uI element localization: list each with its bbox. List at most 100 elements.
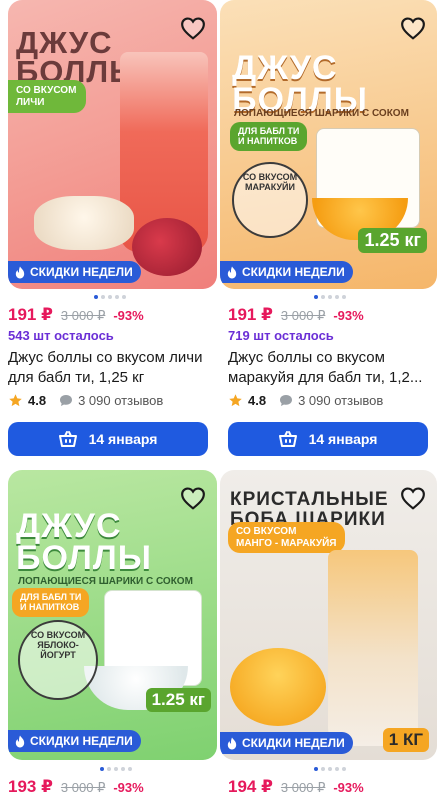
carousel-dot[interactable] bbox=[335, 295, 339, 299]
old-price: 3 000 ₽ bbox=[280, 308, 326, 323]
weekly-deals-badge: СКИДКИ НЕДЕЛИ bbox=[8, 261, 141, 283]
carousel-dot[interactable] bbox=[321, 767, 325, 771]
flame-icon bbox=[227, 265, 237, 279]
discount: -93% bbox=[113, 308, 144, 323]
weekly-deals-label: СКИДКИ НЕДЕЛИ bbox=[242, 736, 345, 750]
flavour-tag: СО ВКУСОМ ЛИЧИ bbox=[8, 80, 87, 113]
carousel-dot[interactable] bbox=[335, 767, 339, 771]
favorite-button[interactable] bbox=[179, 484, 207, 512]
flavour-tag: СО ВКУСОМ МАНГО - МАРАКУЙЯ bbox=[228, 522, 345, 553]
carousel-dot[interactable] bbox=[328, 767, 332, 771]
product-grid: ДЖУС БОЛЛЫ СО ВКУСОМ ЛИЧИ 1.25 КГ СКИДКИ… bbox=[0, 0, 437, 800]
carousel-dot[interactable] bbox=[128, 767, 132, 771]
weekly-deals-badge: СКИДКИ НЕДЕЛИ bbox=[220, 732, 353, 754]
product-photo[interactable]: ДЖУС БОЛЛЫ ЛОПАЮЩИЕСЯ ШАРИКИ С СОКОМ ДЛЯ… bbox=[220, 0, 437, 289]
flame-icon bbox=[15, 265, 25, 279]
heart-outline-icon bbox=[181, 487, 205, 510]
carousel-dot[interactable] bbox=[107, 767, 111, 771]
stock-left: 543 шт осталось bbox=[8, 328, 114, 343]
photo-title: ДЖУС БОЛЛЫ bbox=[232, 49, 369, 120]
rating-row[interactable]: 4.8 3 090 отзывов bbox=[8, 393, 208, 408]
usage-tag: ДЛЯ БАБЛ ТИ И НАПИТКОВ bbox=[12, 588, 90, 617]
volume-label: 1 КГ bbox=[382, 728, 429, 752]
carousel-dot[interactable] bbox=[342, 295, 346, 299]
image-carousel-dots[interactable] bbox=[94, 295, 208, 299]
photo-subtitle: ЛОПАЮЩИЕСЯ ШАРИКИ С СОКОМ bbox=[234, 108, 409, 119]
comment-icon bbox=[60, 395, 73, 406]
flavour-ring-text: СО ВКУСОМ ЯБЛОКО-ЙОГУРТ bbox=[30, 630, 86, 660]
price: 191 ₽ bbox=[228, 305, 273, 324]
flame-icon bbox=[15, 734, 25, 748]
flavour-ring: СО ВКУСОМ ЯБЛОКО-ЙОГУРТ bbox=[18, 620, 98, 700]
price: 194 ₽ bbox=[228, 777, 273, 796]
product-card[interactable]: КРИСТАЛЬНЫЕ БОБА ШАРИКИ СО ВКУСОМ МАНГО … bbox=[220, 470, 437, 797]
balls-bowl-image bbox=[34, 196, 134, 250]
image-carousel-dots[interactable] bbox=[314, 767, 428, 771]
basket-icon bbox=[58, 431, 77, 447]
carousel-dot[interactable] bbox=[122, 295, 126, 299]
product-photo[interactable]: КРИСТАЛЬНЫЕ БОБА ШАРИКИ СО ВКУСОМ МАНГО … bbox=[220, 470, 437, 760]
product-card[interactable]: ДЖУС БОЛЛЫ ЛОПАЮЩИЕСЯ ШАРИКИ С СОКОМ ДЛЯ… bbox=[0, 470, 217, 797]
weekly-deals-badge: СКИДКИ НЕДЕЛИ bbox=[8, 730, 141, 752]
favorite-button[interactable] bbox=[399, 484, 427, 512]
carousel-dot[interactable] bbox=[314, 767, 318, 771]
favorite-button[interactable] bbox=[399, 14, 427, 42]
image-carousel-dots[interactable] bbox=[100, 767, 208, 771]
add-to-cart-button[interactable]: 14 января bbox=[8, 422, 208, 456]
lychee-fruit-image bbox=[132, 218, 202, 276]
discount: -93% bbox=[333, 780, 364, 795]
drink-cup-image bbox=[328, 550, 418, 746]
product-title[interactable]: Джус боллы со вкусом личи для бабл ти, 1… bbox=[8, 348, 208, 388]
add-to-cart-button[interactable]: 14 января bbox=[228, 422, 428, 456]
price-row: 191 ₽ 3 000 ₽ -93% bbox=[228, 305, 428, 325]
volume-label: 1.25 кг bbox=[358, 228, 427, 253]
carousel-dot[interactable] bbox=[121, 767, 125, 771]
old-price: 3 000 ₽ bbox=[280, 780, 326, 795]
usage-tag: ДЛЯ БАБЛ ТИ И НАПИТКОВ bbox=[230, 122, 308, 151]
volume-label: 1.25 кг bbox=[145, 688, 211, 712]
product-title[interactable]: Джус боллы со вкусом маракуйя для бабл т… bbox=[228, 348, 428, 388]
carousel-dot[interactable] bbox=[328, 295, 332, 299]
old-price: 3 000 ₽ bbox=[60, 308, 106, 323]
weekly-deals-badge: СКИДКИ НЕДЕЛИ bbox=[220, 261, 353, 283]
photo-subtitle: ЛОПАЮЩИЕСЯ ШАРИКИ С СОКОМ bbox=[18, 576, 193, 587]
product-photo[interactable]: ДЖУС БОЛЛЫ СО ВКУСОМ ЛИЧИ 1.25 КГ СКИДКИ… bbox=[8, 0, 217, 289]
carousel-dot[interactable] bbox=[114, 767, 118, 771]
reviews-count: 3 090 отзывов bbox=[298, 393, 384, 408]
reviews-count: 3 090 отзывов bbox=[78, 393, 164, 408]
heart-outline-icon bbox=[181, 17, 205, 40]
carousel-dot[interactable] bbox=[101, 295, 105, 299]
balls-bowl-image bbox=[230, 648, 326, 726]
old-price: 3 000 ₽ bbox=[60, 780, 106, 795]
heart-outline-icon bbox=[401, 17, 425, 40]
favorite-button[interactable] bbox=[179, 14, 207, 42]
price-row: 191 ₽ 3 000 ₽ -93% bbox=[8, 305, 208, 325]
rating-row[interactable]: 4.8 3 090 отзывов bbox=[228, 393, 428, 408]
rating-value: 4.8 bbox=[248, 393, 267, 408]
rating-value: 4.8 bbox=[28, 393, 47, 408]
carousel-dot[interactable] bbox=[94, 295, 98, 299]
weekly-deals-label: СКИДКИ НЕДЕЛИ bbox=[30, 265, 133, 279]
image-carousel-dots[interactable] bbox=[314, 295, 428, 299]
product-photo[interactable]: ДЖУС БОЛЛЫ ЛОПАЮЩИЕСЯ ШАРИКИ С СОКОМ ДЛЯ… bbox=[8, 470, 217, 760]
weekly-deals-label: СКИДКИ НЕДЕЛИ bbox=[242, 265, 345, 279]
carousel-dot[interactable] bbox=[108, 295, 112, 299]
discount: -93% bbox=[333, 308, 364, 323]
photo-title: ДЖУС БОЛЛЫ bbox=[16, 507, 153, 578]
price: 193 ₽ bbox=[8, 777, 53, 796]
flavour-ring: СО ВКУСОМ МАРАКУЙИ bbox=[232, 162, 308, 238]
weekly-deals-label: СКИДКИ НЕДЕЛИ bbox=[30, 734, 133, 748]
price: 191 ₽ bbox=[8, 305, 53, 324]
product-card[interactable]: ДЖУС БОЛЛЫ СО ВКУСОМ ЛИЧИ 1.25 КГ СКИДКИ… bbox=[0, 0, 217, 456]
price-row: 193 ₽ 3 000 ₽ -93% bbox=[8, 777, 208, 797]
carousel-dot[interactable] bbox=[115, 295, 119, 299]
carousel-dot[interactable] bbox=[342, 767, 346, 771]
carousel-dot[interactable] bbox=[321, 295, 325, 299]
product-card[interactable]: ДЖУС БОЛЛЫ ЛОПАЮЩИЕСЯ ШАРИКИ С СОКОМ ДЛЯ… bbox=[220, 0, 437, 456]
carousel-dot[interactable] bbox=[100, 767, 104, 771]
flame-icon bbox=[227, 736, 237, 750]
basket-icon bbox=[278, 431, 297, 447]
stock-left: 719 шт осталось bbox=[228, 328, 334, 343]
heart-outline-icon bbox=[401, 487, 425, 510]
carousel-dot[interactable] bbox=[314, 295, 318, 299]
